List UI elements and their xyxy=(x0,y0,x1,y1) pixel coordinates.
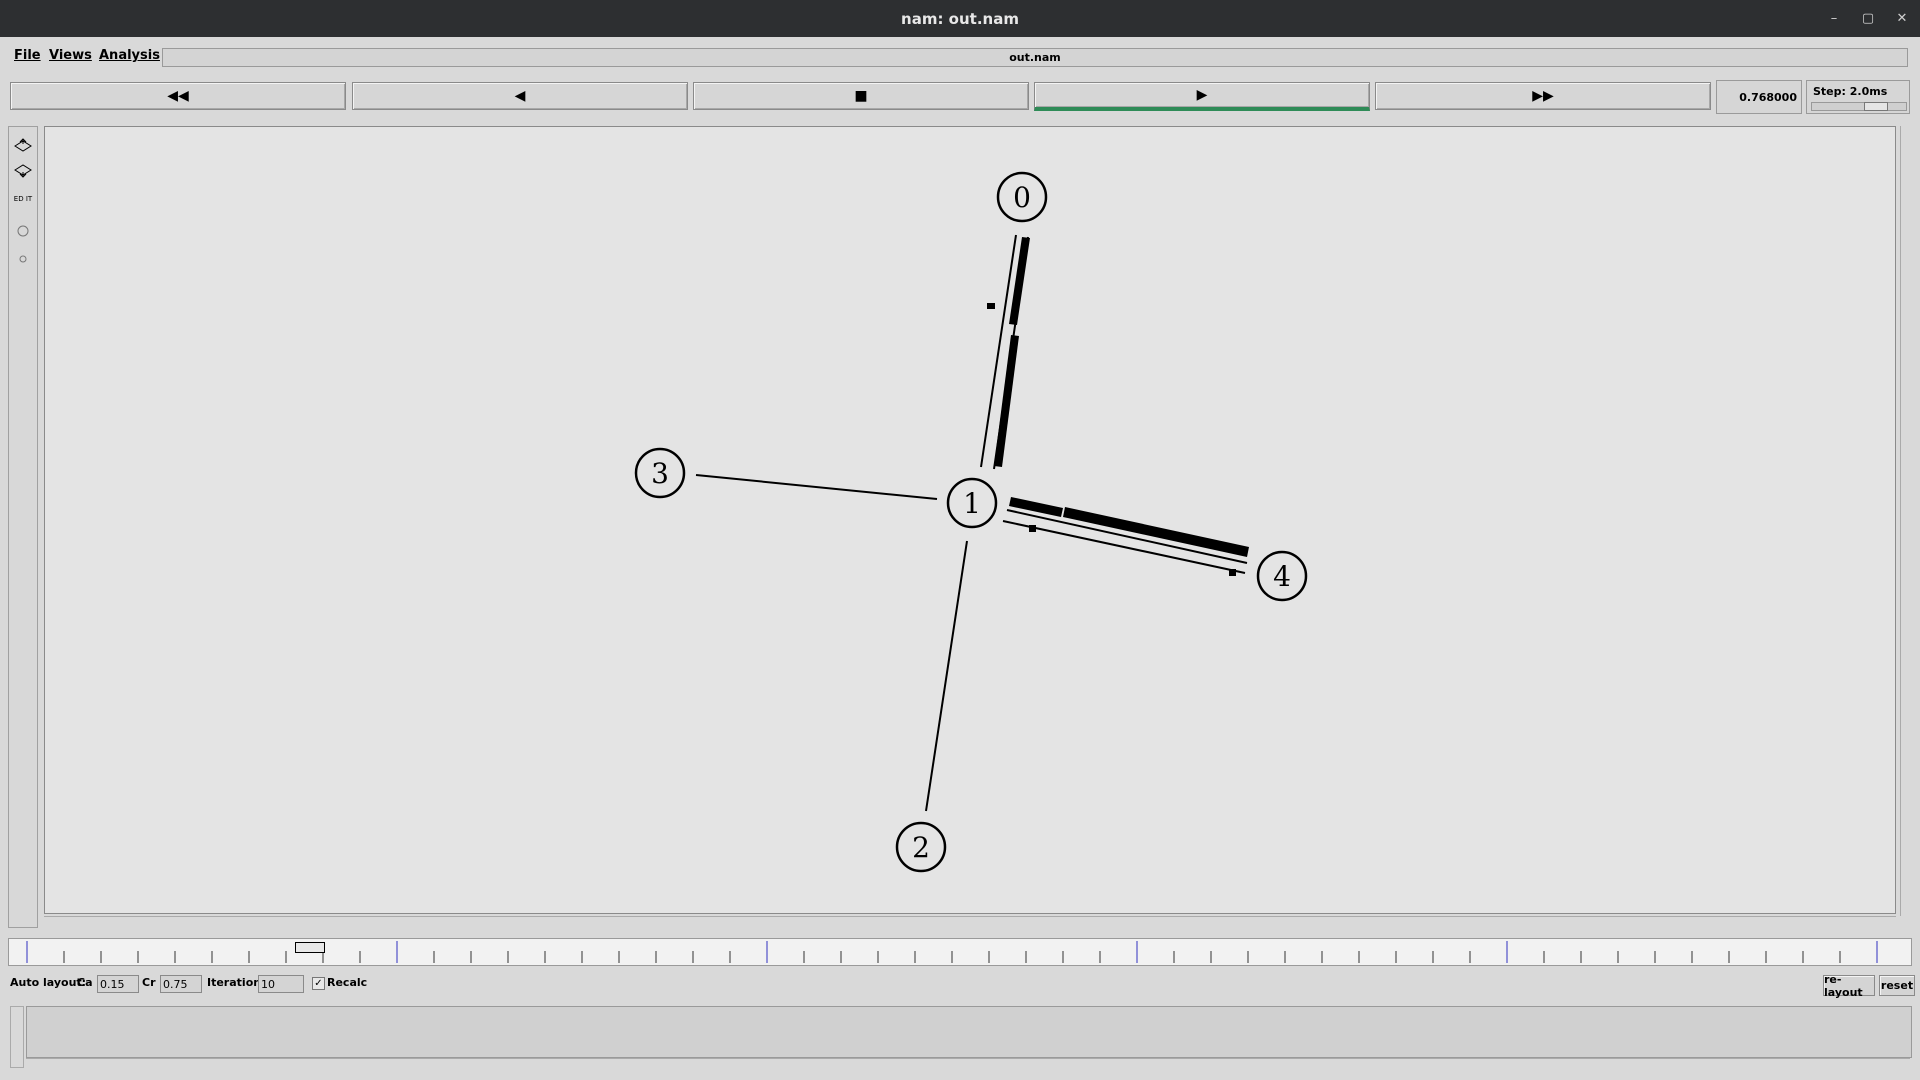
message-horizontal-scrollbar[interactable] xyxy=(26,1058,1910,1069)
fast-forward-icon: ▶▶ xyxy=(1532,88,1554,104)
cr-label: Cr xyxy=(142,976,156,989)
menu-views[interactable]: Views xyxy=(49,48,92,63)
node-label: 2 xyxy=(912,831,930,864)
node-3[interactable]: 3 xyxy=(634,447,686,499)
step-control: Step: 2.0ms xyxy=(1806,80,1910,114)
close-button[interactable]: ✕ xyxy=(1886,0,1918,37)
time-display: 0.768000 xyxy=(1716,80,1802,114)
auto-layout-bar: Auto layout: Ca Cr Iterations ✓ Recalc xyxy=(0,974,1920,996)
packet xyxy=(1009,497,1063,517)
maximize-button[interactable]: ▢ xyxy=(1852,0,1884,37)
auto-layout-label: Auto layout: xyxy=(10,976,87,989)
message-vertical-scrollbar[interactable] xyxy=(10,1006,24,1068)
play-forward-icon: ▶ xyxy=(1196,87,1208,103)
stop-button[interactable]: ■ xyxy=(693,82,1029,110)
node-2[interactable]: 2 xyxy=(895,821,947,873)
menu-analysis[interactable]: Analysis xyxy=(99,48,160,63)
canvas-vertical-scrollbar[interactable] xyxy=(1900,126,1913,916)
link-1-3 xyxy=(695,474,938,500)
packet xyxy=(1009,237,1030,325)
window-titlebar: nam: out.nam xyxy=(0,0,1920,37)
ca-label: Ca xyxy=(77,976,93,989)
fast-forward-button[interactable]: ▶▶ xyxy=(1375,82,1711,110)
relayout-button[interactable]: re-layout xyxy=(1823,973,1875,999)
link-1-2 xyxy=(925,540,968,812)
node-0[interactable]: 0 xyxy=(996,171,1048,223)
minimize-button[interactable]: – xyxy=(1818,0,1850,37)
reset-button[interactable]: reset xyxy=(1879,975,1915,996)
time-value: 0.768000 xyxy=(1739,90,1797,104)
window-title: nam: out.nam xyxy=(901,9,1019,28)
iterations-input[interactable] xyxy=(258,975,304,993)
recalc-checkbox[interactable]: ✓ xyxy=(312,977,325,990)
step-label: Step: 2.0ms xyxy=(1813,85,1888,98)
stop-icon: ■ xyxy=(854,88,868,104)
node-label: 4 xyxy=(1273,560,1291,593)
small-circle-icon[interactable] xyxy=(12,247,34,271)
zoom-in-icon[interactable] xyxy=(12,133,34,157)
cr-input[interactable] xyxy=(160,975,202,993)
node-label: 0 xyxy=(1013,181,1031,214)
menu-file[interactable]: File xyxy=(14,48,41,63)
play-backward-icon: ◀ xyxy=(514,88,526,104)
rewind-icon: ◀◀ xyxy=(167,88,189,104)
circle-icon[interactable] xyxy=(12,219,34,243)
step-slider[interactable] xyxy=(1811,102,1907,111)
timeline-thumb[interactable] xyxy=(295,942,325,953)
file-name-label: out.nam xyxy=(162,48,1908,67)
node-label: 3 xyxy=(651,457,669,490)
rewind-button[interactable]: ◀◀ xyxy=(10,82,346,110)
message-pane xyxy=(26,1006,1912,1058)
step-slider-thumb[interactable] xyxy=(1864,102,1888,111)
packet xyxy=(1063,507,1249,557)
node-1[interactable]: 1 xyxy=(946,477,998,529)
canvas-horizontal-scrollbar[interactable] xyxy=(44,916,1896,927)
timeline-slider[interactable] xyxy=(8,938,1912,966)
packet xyxy=(987,303,995,309)
node-label: 1 xyxy=(963,487,981,520)
zoom-out-icon[interactable] xyxy=(12,159,34,183)
play-forward-button[interactable]: ▶ xyxy=(1034,82,1370,111)
node-4[interactable]: 4 xyxy=(1256,550,1308,602)
play-backward-button[interactable]: ◀ xyxy=(352,82,688,110)
recalc-label: Recalc xyxy=(327,976,368,989)
edit-icon[interactable]: ED IT xyxy=(12,187,34,211)
ca-input[interactable] xyxy=(97,975,139,993)
packet xyxy=(1229,569,1236,576)
network-canvas[interactable]: 0 1 2 3 4 xyxy=(44,126,1896,914)
packet xyxy=(1029,525,1036,532)
tool-column: ED IT xyxy=(8,126,38,928)
